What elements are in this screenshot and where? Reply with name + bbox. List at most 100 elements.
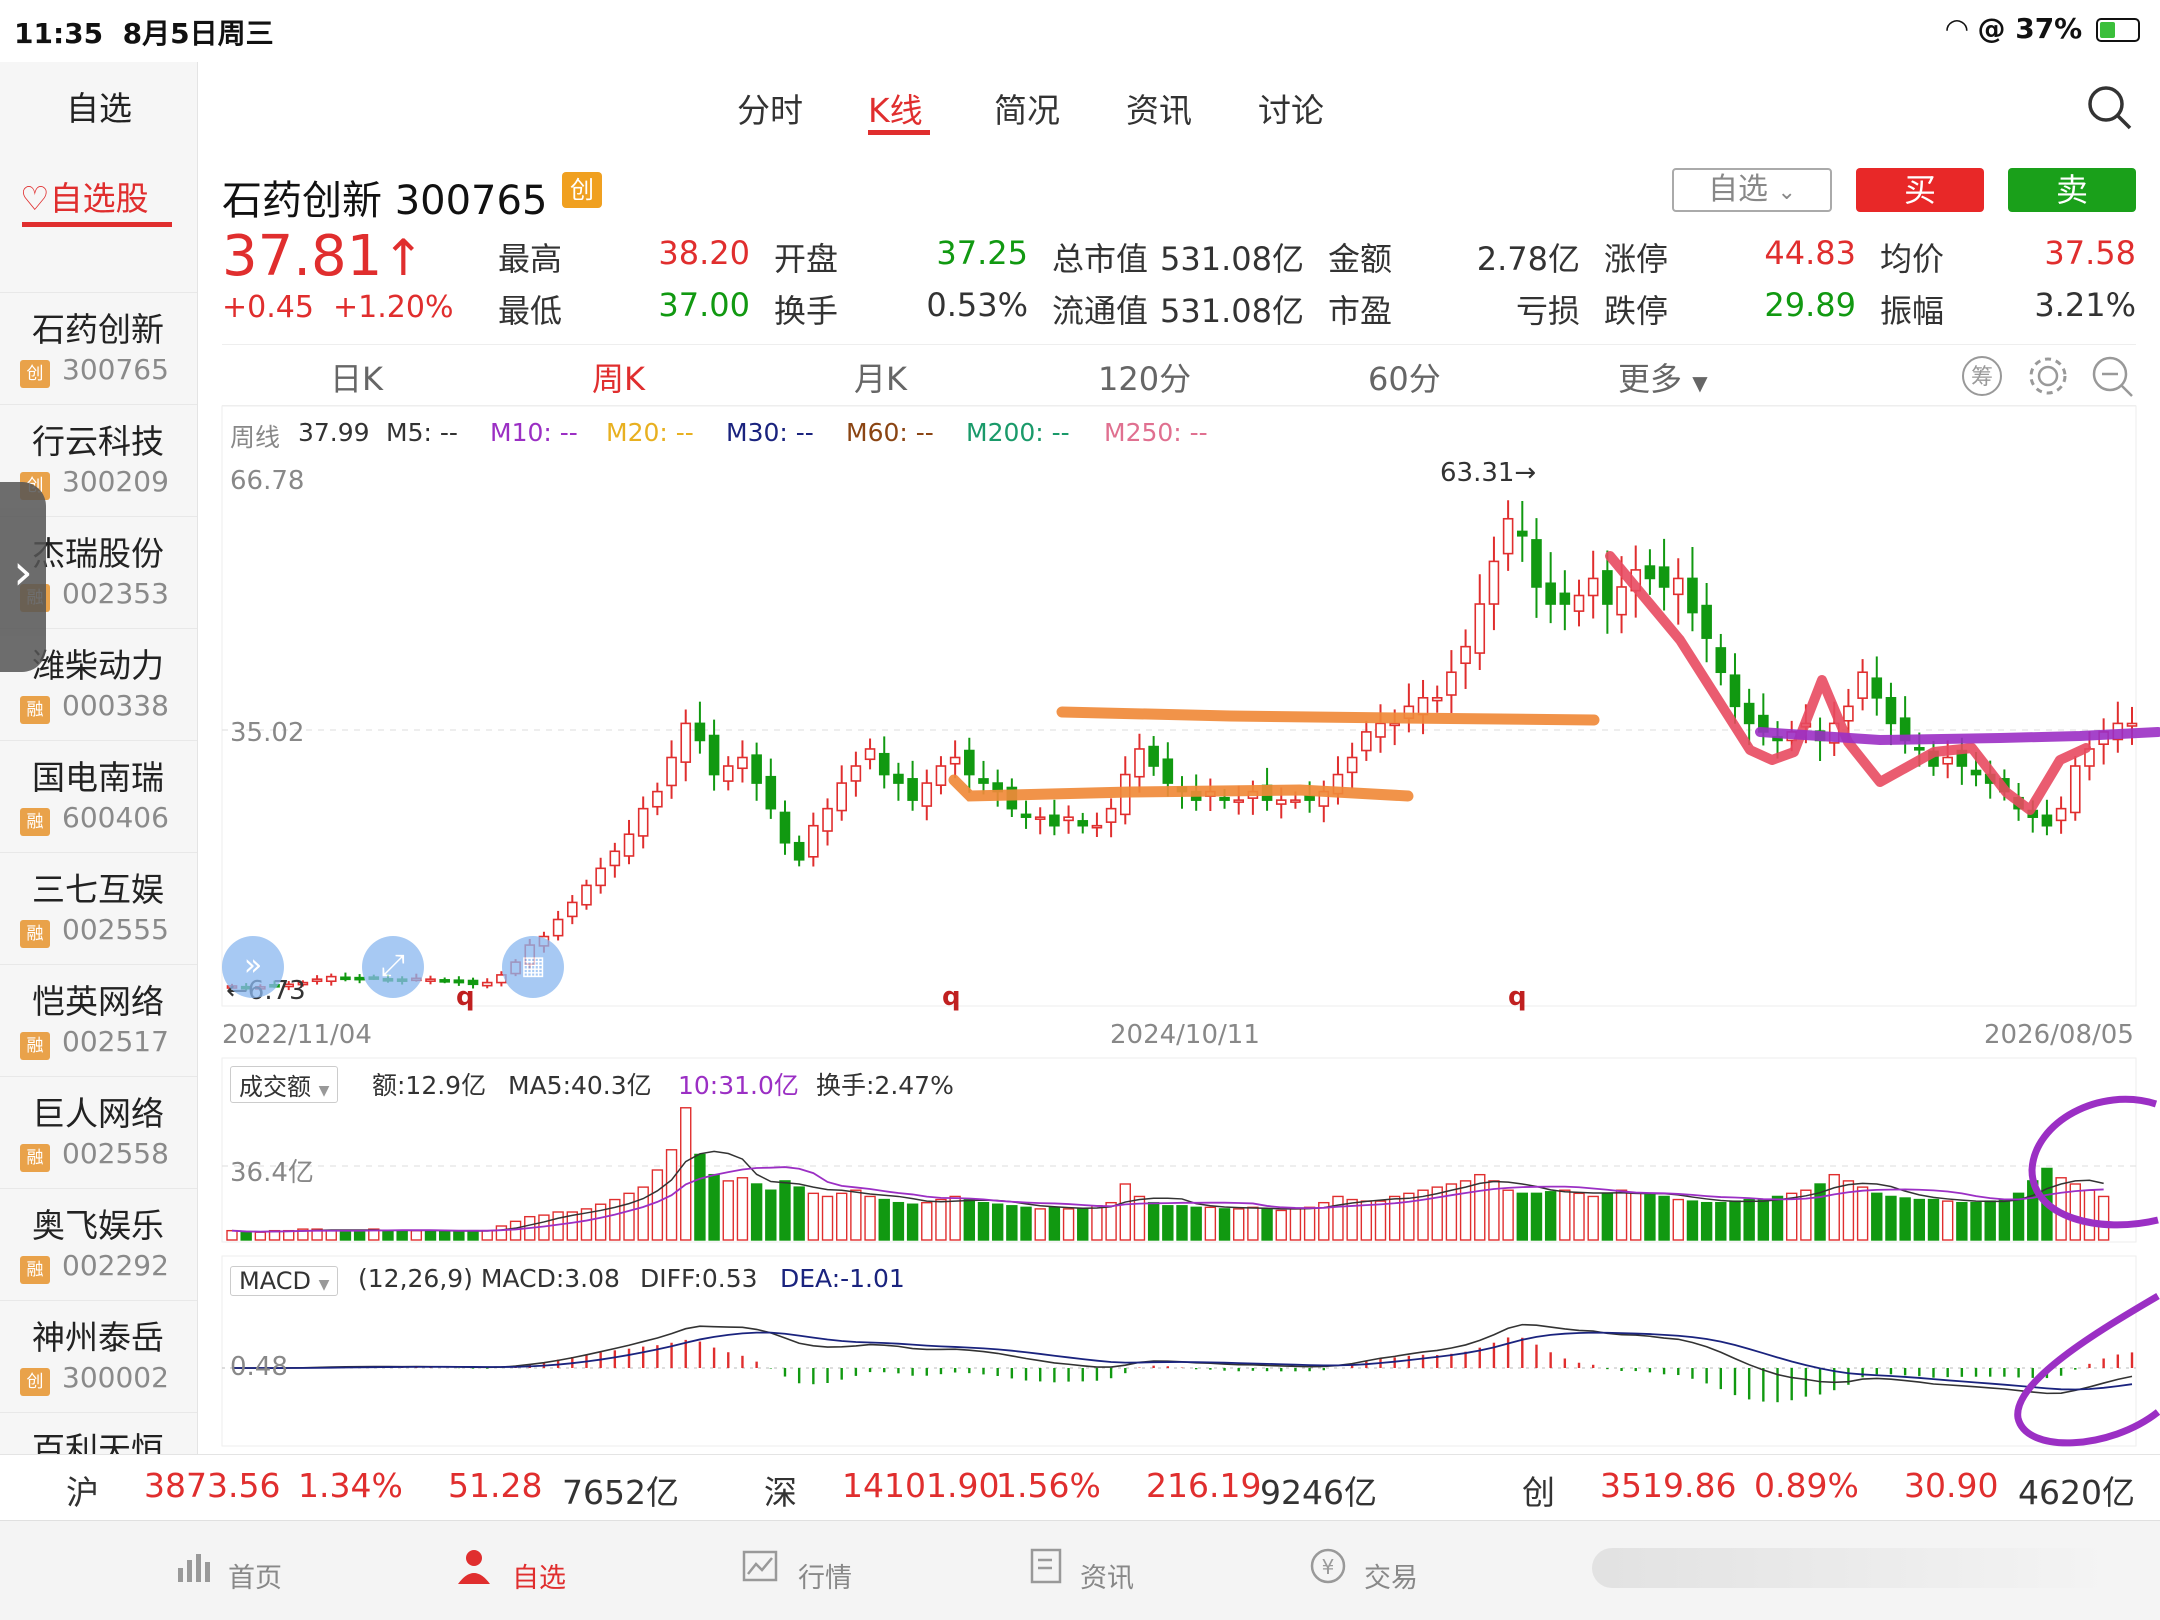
volume-bar (1899, 1197, 1911, 1241)
candle-body (2055, 807, 2067, 822)
volume-bar (1630, 1192, 1642, 1241)
volume-bar (1020, 1206, 1032, 1241)
volume-bar (1445, 1183, 1458, 1241)
volume-bar (1856, 1186, 1869, 1241)
candle-body (1644, 565, 1656, 580)
volume-ma5: MA5:40.3亿 (508, 1071, 652, 1100)
index-amount: 4620亿 (2018, 1473, 2135, 1512)
volume-bar (680, 1107, 692, 1241)
volume-bar (1530, 1192, 1543, 1241)
candle-body (1077, 820, 1089, 827)
candle-body (1587, 577, 1599, 597)
volume-bar (623, 1192, 635, 1241)
candle-body (978, 778, 989, 784)
volume-bar (765, 1189, 777, 1241)
candle-body (1857, 671, 1868, 699)
candle-body (1049, 814, 1060, 827)
candle-body (935, 765, 947, 786)
candle-body (1034, 816, 1046, 820)
macd-diff: DIFF:0.53 (640, 1264, 758, 1293)
volume-bar (1715, 1201, 1727, 1241)
nav-market[interactable]: 行情 (798, 1556, 852, 1595)
nav-home[interactable]: 首页 (228, 1556, 282, 1595)
volume-selector[interactable]: 成交额 ▼ (230, 1066, 339, 1103)
candle-body (1672, 577, 1684, 596)
volume-bar (1871, 1192, 1883, 1241)
index-name[interactable]: 沪 (66, 1466, 99, 1514)
candle-body (1502, 517, 1514, 555)
volume-bar (1644, 1194, 1656, 1241)
volume-turnover: 换手:2.47% (816, 1071, 954, 1100)
macd-selector[interactable]: MACD ▼ (230, 1266, 339, 1296)
candle-body (566, 901, 578, 918)
volume-bar (1786, 1192, 1798, 1241)
volume-bar (1573, 1192, 1585, 1241)
volume-bar (467, 1229, 479, 1241)
volume-bar (836, 1192, 848, 1241)
market-icon (742, 1550, 778, 1582)
volume-bar (1842, 1180, 1855, 1241)
candle-body (595, 867, 606, 887)
candle-body (1389, 722, 1400, 727)
index-name[interactable]: 深 (764, 1466, 797, 1514)
volume-bar (1417, 1189, 1429, 1241)
index-name[interactable]: 创 (1522, 1466, 1555, 1514)
volume-bar (850, 1189, 862, 1241)
volume-bar (1190, 1206, 1202, 1241)
candle-body (325, 975, 337, 983)
index-amount: 9246亿 (1260, 1473, 1377, 1512)
event-marker[interactable]: q (1508, 982, 1527, 1012)
candle-body (1105, 807, 1117, 823)
volume-bar (935, 1198, 947, 1241)
nav-news[interactable]: 资讯 (1080, 1556, 1134, 1595)
candle-body (793, 841, 805, 861)
volume-bar (949, 1195, 961, 1241)
candle-body (439, 979, 450, 983)
index-value: 3873.56 (144, 1466, 281, 1505)
candle-body (850, 765, 862, 782)
candle-body (1743, 702, 1755, 725)
index-chg: 216.19 (1146, 1466, 1262, 1505)
collapse-chart-button[interactable]: » (222, 936, 284, 998)
event-marker[interactable]: q (942, 982, 961, 1012)
candle-body (1361, 731, 1372, 752)
home-chart-icon (178, 1554, 210, 1582)
event-marker[interactable]: q (456, 982, 475, 1012)
volume-bar (1162, 1205, 1174, 1241)
draw-tool-button[interactable]: ▦ (502, 936, 564, 998)
volume-bar (1927, 1198, 1940, 1241)
volume-bar (396, 1229, 408, 1241)
candle-body (1531, 539, 1542, 588)
volume-bar (1913, 1198, 1926, 1241)
volume-bar (1275, 1209, 1287, 1241)
nav-trade[interactable]: 交易 (1364, 1556, 1418, 1595)
volume-bar (963, 1198, 976, 1241)
nav-watchlist[interactable]: 自选 (512, 1556, 566, 1595)
kline-chart[interactable] (0, 0, 2160, 1460)
volume-bar (1218, 1208, 1231, 1241)
candle-body (552, 918, 564, 937)
triangle-down-icon: ▼ (318, 1083, 330, 1099)
candle-body (722, 765, 734, 782)
svg-text:¥: ¥ (1322, 1555, 1335, 1579)
volume-bar (1119, 1183, 1131, 1241)
index-amount: 7652亿 (562, 1473, 679, 1512)
candle-body (354, 976, 365, 981)
volume-bar (1686, 1200, 1699, 1241)
candle-body (751, 754, 762, 784)
volume-bar (1034, 1208, 1046, 1241)
volume-bar (240, 1231, 252, 1241)
candle-body (878, 752, 890, 776)
double-chevron-icon: » (243, 948, 263, 983)
volume-bar (1601, 1192, 1614, 1241)
volume-bar (1502, 1189, 1514, 1241)
volume-bar (382, 1229, 394, 1241)
volume-bar (864, 1195, 876, 1241)
candle-body (1488, 560, 1500, 605)
volume-bar (1757, 1198, 1770, 1241)
fullscreen-button[interactable]: ⤢ (362, 936, 424, 998)
candle-body (1219, 796, 1230, 801)
candle-body (1970, 769, 1982, 776)
news-icon (1030, 1548, 1062, 1584)
index-pct: 1.56% (996, 1466, 1101, 1505)
